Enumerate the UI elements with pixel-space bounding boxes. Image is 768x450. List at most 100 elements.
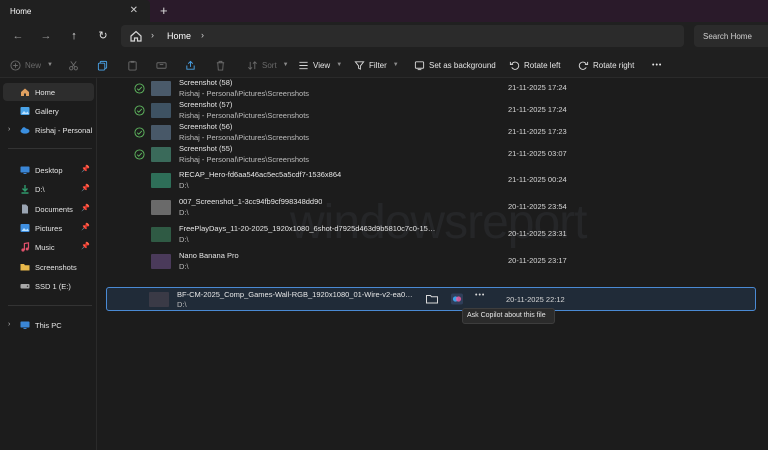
list-item[interactable]: FreePlayDays_11-20-2025_1920x1080_6shot-… bbox=[108, 224, 753, 246]
drive-icon bbox=[20, 284, 30, 289]
rename-icon[interactable] bbox=[156, 58, 167, 72]
cut-icon[interactable] bbox=[68, 58, 79, 72]
sidebar-item-desktop[interactable]: Desktop 📌 bbox=[3, 161, 94, 179]
thumbnail bbox=[149, 292, 169, 307]
share-icon[interactable] bbox=[185, 58, 196, 72]
list-item[interactable]: Screenshot (57) Rishaj - Personal\Pictur… bbox=[108, 100, 753, 122]
file-path: D:\ bbox=[179, 235, 189, 244]
more-options-icon[interactable]: ••• bbox=[475, 292, 489, 304]
thumbnail bbox=[151, 173, 171, 188]
sidebar-item-pictures[interactable]: Pictures 📌 bbox=[3, 219, 94, 237]
computer-icon bbox=[20, 321, 30, 329]
thumbnail bbox=[151, 200, 171, 215]
file-date: 20-11-2025 23:54 bbox=[508, 202, 567, 211]
file-name: Screenshot (57) bbox=[179, 100, 233, 109]
copy-icon[interactable] bbox=[97, 58, 108, 72]
rotate-right-icon bbox=[578, 61, 589, 70]
sidebar-item-this-pc[interactable]: This PC bbox=[3, 316, 94, 334]
sidebar-item-music[interactable]: Music 📌 bbox=[3, 238, 94, 256]
file-path: Rishaj - Personal\Pictures\Screenshots bbox=[179, 111, 310, 120]
sidebar-item-ssd[interactable]: SSD 1 (E:) bbox=[3, 277, 94, 295]
back-arrow-icon[interactable]: ← bbox=[10, 28, 26, 44]
file-name: Screenshot (55) bbox=[179, 144, 233, 153]
pin-icon: 📌 bbox=[81, 205, 90, 212]
list-item[interactable]: 007_Screenshot_1-3cc94fb9cf998348dd90 D:… bbox=[108, 197, 753, 219]
delete-icon[interactable] bbox=[215, 58, 226, 72]
file-date: 21-11-2025 03:07 bbox=[508, 149, 567, 158]
more-options-icon[interactable]: ••• bbox=[652, 58, 662, 72]
thumbnail bbox=[151, 147, 171, 162]
sidebar-item-label: SSD 1 (E:) bbox=[35, 281, 71, 291]
sidebar-item-screenshots[interactable]: Screenshots bbox=[3, 258, 94, 276]
thumbnail bbox=[151, 103, 171, 118]
list-item[interactable]: Nano Banana Pro D:\ 20-11-2025 23:17 bbox=[108, 251, 753, 273]
list-item[interactable]: Screenshot (56) Rishaj - Personal\Pictur… bbox=[108, 122, 753, 144]
file-path: Rishaj - Personal\Pictures\Screenshots bbox=[179, 133, 310, 142]
file-path: Rishaj - Personal\Pictures\Screenshots bbox=[179, 155, 310, 164]
list-item[interactable]: Screenshot (58) Rishaj - Personal\Pictur… bbox=[108, 78, 753, 100]
documents-icon bbox=[22, 204, 28, 214]
rotate-left-button[interactable]: Rotate left bbox=[509, 58, 560, 72]
copilot-tooltip: Ask Copilot about this file bbox=[462, 308, 555, 324]
home-icon bbox=[21, 88, 29, 96]
home-icon bbox=[130, 30, 142, 42]
view-icon bbox=[299, 61, 308, 69]
copilot-icon[interactable] bbox=[450, 293, 464, 305]
paste-icon[interactable] bbox=[127, 58, 138, 72]
sidebar-item-documents[interactable]: Documents 📌 bbox=[3, 200, 94, 218]
sort-button[interactable]: Sort ▼ bbox=[247, 58, 289, 72]
filter-icon bbox=[354, 60, 365, 70]
chevron-down-icon: ▼ bbox=[392, 62, 399, 68]
tab-label: Home bbox=[10, 6, 32, 16]
forward-arrow-icon[interactable]: → bbox=[38, 28, 54, 44]
add-tab-button[interactable]: + bbox=[160, 3, 168, 18]
list-item-selected[interactable]: BF-CM-2025_Comp_Games-Wall-RGB_1920x1080… bbox=[106, 287, 756, 311]
file-path: Rishaj - Personal\Pictures\Screenshots bbox=[179, 89, 310, 98]
thumbnail bbox=[151, 81, 171, 96]
chevron-right-icon[interactable]: › bbox=[201, 30, 204, 40]
breadcrumb[interactable]: Home bbox=[167, 31, 191, 41]
sidebar-item-downloads[interactable]: D:\ 📌 bbox=[3, 180, 94, 198]
sidebar-item-label: Rishaj - Personal bbox=[35, 125, 93, 135]
refresh-icon[interactable]: ↻ bbox=[95, 28, 111, 44]
set-as-background-button[interactable]: Set as background bbox=[414, 58, 496, 72]
filter-button[interactable]: Filter ▼ bbox=[354, 58, 399, 72]
search-input[interactable]: Search Home bbox=[694, 25, 768, 47]
list-item[interactable]: Screenshot (55) Rishaj - Personal\Pictur… bbox=[108, 144, 753, 166]
filter-label: Filter bbox=[369, 60, 387, 70]
view-button[interactable]: View ▼ bbox=[298, 58, 342, 72]
sidebar-item-label: Gallery bbox=[35, 106, 59, 116]
file-path: D:\ bbox=[179, 181, 189, 190]
sync-check-icon bbox=[134, 105, 145, 116]
address-bar[interactable]: › Home › bbox=[121, 25, 684, 47]
onedrive-icon bbox=[20, 127, 30, 134]
sync-check-icon bbox=[134, 127, 145, 138]
desktop-icon bbox=[20, 166, 30, 174]
pin-icon: 📌 bbox=[81, 185, 90, 192]
file-path: D:\ bbox=[179, 208, 189, 217]
open-folder-icon[interactable] bbox=[425, 293, 439, 305]
file-date: 20-11-2025 23:17 bbox=[508, 256, 567, 265]
file-path: D:\ bbox=[179, 262, 189, 271]
tab-home[interactable]: Home ✕ bbox=[0, 0, 150, 22]
file-date: 20-11-2025 23:31 bbox=[508, 229, 567, 238]
thumbnail bbox=[151, 125, 171, 140]
sync-check-icon bbox=[134, 83, 145, 94]
music-icon bbox=[21, 242, 30, 252]
sidebar-item-label: Desktop bbox=[35, 165, 63, 175]
gallery-icon bbox=[20, 107, 30, 115]
set-background-label: Set as background bbox=[429, 60, 496, 70]
sidebar-item-home[interactable]: Home bbox=[3, 83, 94, 101]
file-name: Screenshot (58) bbox=[179, 78, 233, 87]
file-name: 007_Screenshot_1-3cc94fb9cf998348dd90 bbox=[179, 197, 323, 206]
list-item[interactable]: RECAP_Hero-fd6aa546ac5ec5a5cdf7-1536x864… bbox=[108, 170, 753, 192]
sidebar-item-gallery[interactable]: Gallery bbox=[3, 102, 94, 120]
rotate-right-button[interactable]: Rotate right bbox=[578, 58, 634, 72]
new-button[interactable]: New ▼ bbox=[10, 58, 53, 72]
sidebar-item-onedrive[interactable]: Rishaj - Personal bbox=[3, 121, 94, 139]
file-list: windowsreport Screenshot (58) Rishaj - P… bbox=[98, 78, 768, 450]
pin-icon: 📌 bbox=[81, 166, 90, 173]
chevron-down-icon: ▼ bbox=[336, 62, 343, 68]
up-arrow-icon[interactable]: ↑ bbox=[66, 28, 82, 44]
close-icon[interactable]: ✕ bbox=[130, 5, 138, 16]
